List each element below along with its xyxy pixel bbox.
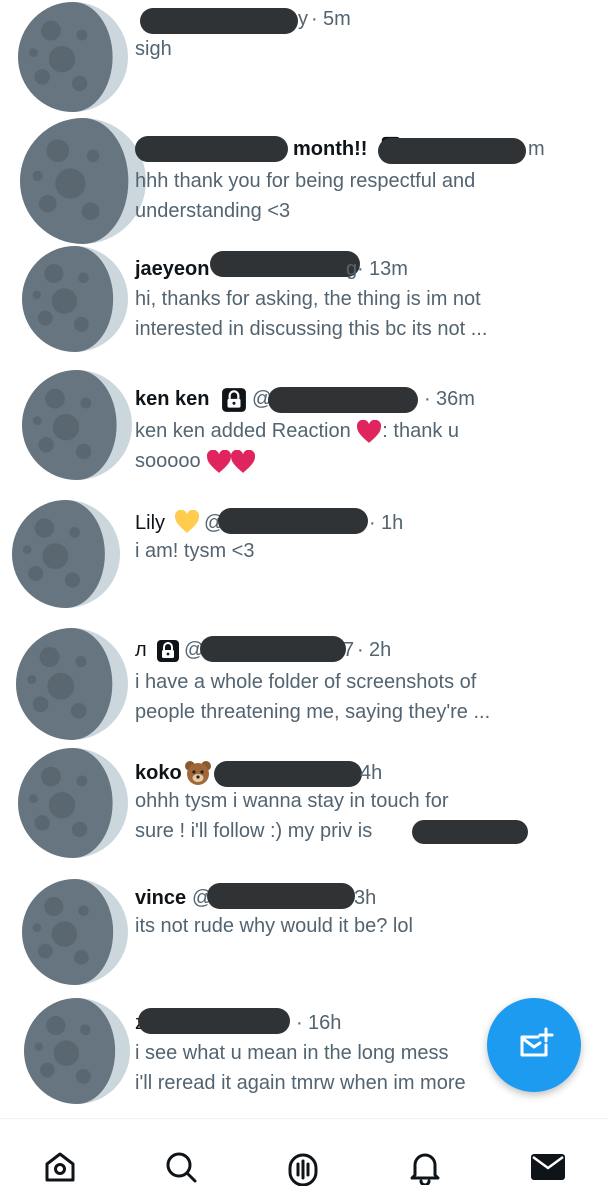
- contact-name: jaeyeon: [135, 258, 210, 280]
- message-preview-line-1: i see what u mean in the long mess: [135, 1042, 449, 1064]
- timestamp: 36m: [436, 388, 475, 410]
- conversation-row[interactable]: Lily @ · 1h i am! tysm <3: [0, 498, 609, 623]
- handle-suffix: y: [298, 8, 308, 30]
- message-preview: its not rude why would it be? lol: [135, 915, 413, 937]
- timestamp: m: [528, 138, 545, 160]
- redacted-handle: [218, 508, 368, 534]
- new-message-icon: [520, 1027, 554, 1057]
- timestamp: 13m: [369, 258, 408, 280]
- contact-name: month!!: [293, 138, 368, 160]
- moon-icon: [22, 246, 128, 352]
- bear-icon: [185, 761, 211, 785]
- redacted-handle: [378, 138, 526, 164]
- contact-name: Lily: [135, 512, 166, 534]
- timestamp: 16h: [308, 1012, 342, 1034]
- message-preview-line-2: interested in discussing this bc its not…: [135, 318, 488, 340]
- separator: ·: [311, 8, 318, 30]
- contact-name: vince: [135, 887, 187, 909]
- message-preview-line-2: understanding <3: [135, 200, 291, 222]
- message-preview-line-1: hi, thanks for asking, the thing is im n…: [135, 288, 481, 310]
- moon-icon: [16, 628, 128, 740]
- message-preview-line-1: i have a whole folder of screenshots of: [135, 671, 477, 693]
- conversation-row[interactable]: koko 4h ohhh tysm i wanna stay in touch …: [0, 748, 609, 873]
- lock-icon: [156, 639, 180, 663]
- search-icon: [166, 1152, 197, 1183]
- yellow-heart-icon: [174, 510, 200, 533]
- contact-name: л: [135, 639, 147, 661]
- message-preview-line-2: i'll reread it again tmrw when im more: [135, 1072, 466, 1094]
- message-preview: sigh: [135, 38, 172, 60]
- reaction-message-cont: sooooo: [135, 450, 201, 472]
- heart-icon: [356, 420, 382, 444]
- spaces-icon: [288, 1153, 318, 1186]
- moon-icon: [18, 748, 128, 858]
- handle-suffix: 7: [343, 639, 355, 661]
- bottom-navigation: [0, 1118, 609, 1201]
- message-preview-line-2: sooooo: [135, 446, 256, 476]
- separator: ·: [357, 258, 364, 280]
- conversation-row[interactable]: month!! m hhh thank you for being respec…: [0, 113, 609, 238]
- redacted-handle: [207, 883, 355, 909]
- lock-icon: [221, 387, 247, 413]
- timestamp: 4h: [360, 762, 383, 784]
- message-preview-line-1: ken ken added Reaction : thank u: [135, 416, 459, 446]
- timestamp: 5m: [323, 8, 351, 30]
- separator: ·: [369, 512, 376, 534]
- tab-home[interactable]: [40, 1147, 80, 1187]
- tab-spaces[interactable]: [283, 1147, 323, 1187]
- redacted-text: [412, 820, 528, 844]
- moon-icon: [22, 370, 132, 480]
- message-preview-line-2: people threatening me, saying they're ..…: [135, 701, 491, 723]
- timestamp: 1h: [381, 512, 404, 534]
- redacted-handle: [210, 251, 360, 277]
- separator: ·: [296, 1012, 303, 1034]
- notifications-icon: [410, 1153, 440, 1185]
- messages-icon: [531, 1154, 565, 1180]
- redacted-handle: [214, 761, 362, 787]
- message-preview-line-2: sure ! i'll follow :) my priv is: [135, 820, 373, 842]
- heart-icon: [206, 450, 232, 474]
- redacted-handle: [268, 387, 418, 413]
- moon-icon: [18, 2, 128, 112]
- redacted-name: [140, 8, 298, 34]
- conversation-row[interactable]: jaeyeon g · 13m hi, thanks for asking, t…: [0, 242, 609, 367]
- tab-messages[interactable]: [528, 1147, 568, 1187]
- conversation-row[interactable]: ken ken @ · 36m ken ken added Reaction :…: [0, 370, 609, 495]
- timestamp: 2h: [369, 639, 392, 661]
- tab-notifications[interactable]: [405, 1147, 445, 1187]
- conversation-row[interactable]: y · 5m sigh: [0, 0, 609, 125]
- tab-search[interactable]: [161, 1147, 201, 1187]
- handle-suffix: g: [346, 258, 358, 280]
- message-preview: i am! tysm <3: [135, 540, 255, 562]
- redacted-name: [135, 136, 288, 162]
- reaction-message: : thank u: [382, 420, 459, 442]
- moon-icon: [12, 500, 120, 608]
- redacted-handle: [200, 636, 346, 662]
- separator: ·: [357, 639, 364, 661]
- new-message-button[interactable]: [487, 998, 581, 1092]
- contact-name: koko: [135, 762, 182, 784]
- moon-icon: [20, 118, 146, 244]
- conversation-row[interactable]: л @ 7 · 2h i have a whole folder of scre…: [0, 625, 609, 750]
- home-icon: [45, 1152, 75, 1182]
- message-preview-line-1: ohhh tysm i wanna stay in touch for: [135, 790, 449, 812]
- heart-icon: [230, 450, 256, 474]
- contact-name: ken ken: [135, 388, 210, 410]
- message-preview-line-1: hhh thank you for being respectful and: [135, 170, 476, 192]
- moon-icon: [24, 998, 130, 1104]
- redacted-name: [138, 1008, 290, 1034]
- conversation-row[interactable]: vince @ 3h its not rude why would it be?…: [0, 875, 609, 1000]
- separator: ·: [424, 388, 431, 410]
- timestamp: 3h: [354, 887, 377, 909]
- reaction-text: ken ken added Reaction: [135, 420, 351, 442]
- moon-icon: [22, 879, 128, 985]
